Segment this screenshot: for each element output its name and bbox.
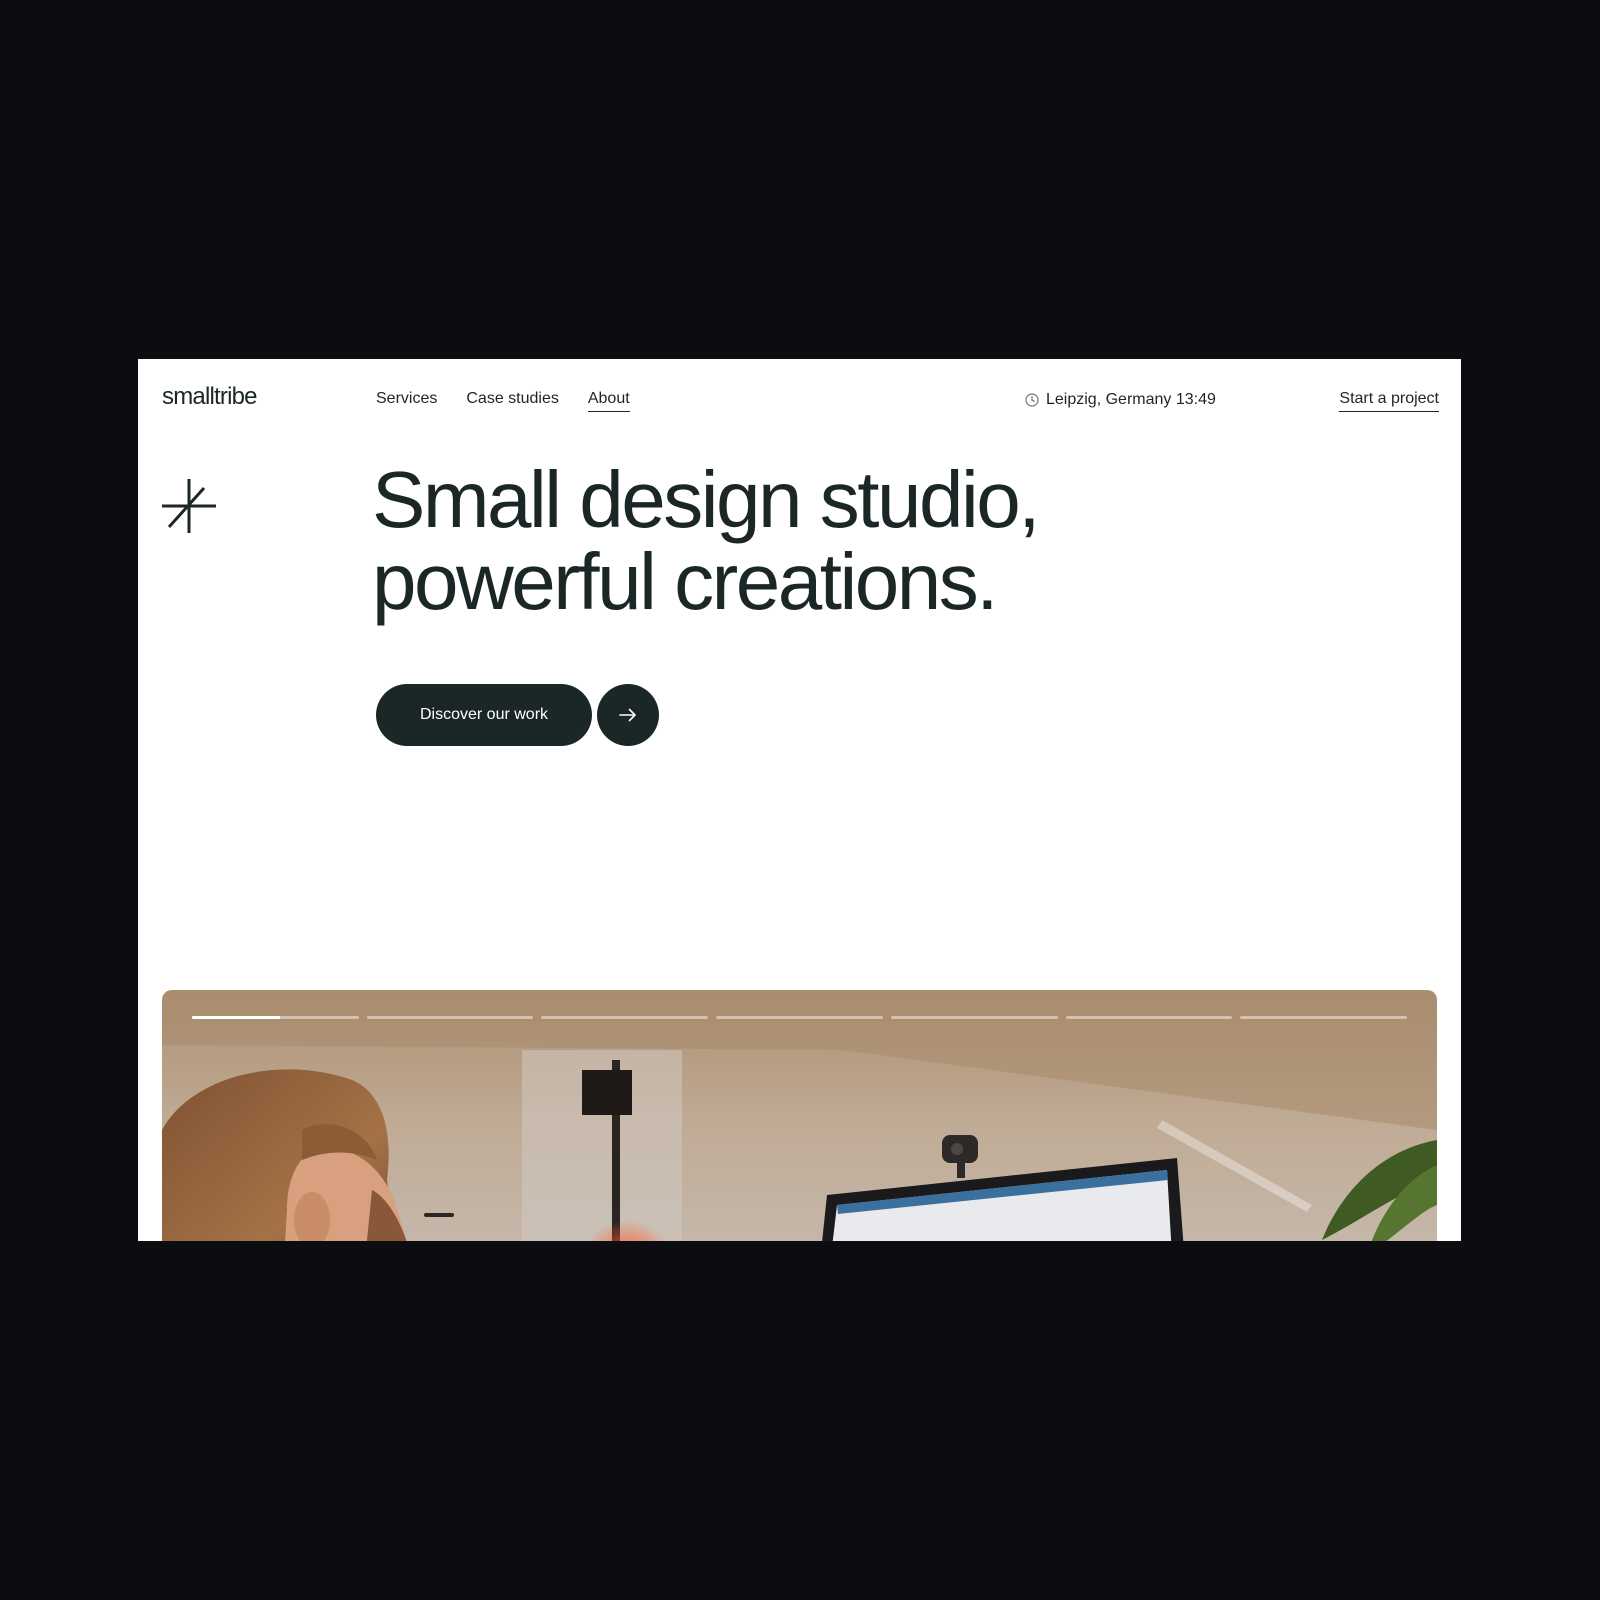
slide-progress-segment[interactable] [192, 1016, 359, 1019]
nav-case-studies[interactable]: Case studies [466, 390, 559, 412]
headline-line-2: powerful creations. [372, 537, 998, 626]
discover-work-button[interactable]: Discover our work [376, 684, 592, 746]
main-nav: Services Case studies About [376, 390, 630, 412]
logo[interactable]: smalltribe [162, 383, 258, 411]
slide-progress-fill [192, 1016, 281, 1019]
slide-progress-segment[interactable] [366, 1016, 534, 1019]
discover-arrow-button[interactable] [597, 684, 659, 746]
slide-progress [192, 1016, 1408, 1019]
hero-slideshow[interactable] [162, 990, 1437, 1241]
slide-progress-segment[interactable] [1240, 1016, 1408, 1019]
start-project-link[interactable]: Start a project [1339, 390, 1439, 412]
website-frame: smalltribe Services Case studies About L… [138, 359, 1461, 1241]
nav-about[interactable]: About [587, 390, 630, 412]
slide-progress-segment[interactable] [541, 1016, 709, 1019]
studio-photo [162, 990, 1437, 1241]
asterisk-mark-icon [162, 479, 216, 533]
slide-progress-segment[interactable] [890, 1016, 1058, 1019]
location-time: Leipzig, Germany 13:49 [1025, 391, 1216, 409]
nav-services[interactable]: Services [376, 390, 437, 412]
slide-progress-segment[interactable] [716, 1016, 883, 1019]
hero-headline: Small design studio, powerful creations. [372, 459, 1272, 623]
clock-icon [1025, 393, 1039, 407]
arrow-right-icon [619, 708, 636, 722]
location-text: Leipzig, Germany 13:49 [1046, 391, 1216, 408]
slide-progress-segment[interactable] [1065, 1016, 1233, 1019]
headline-line-1: Small design studio, [372, 455, 1040, 544]
